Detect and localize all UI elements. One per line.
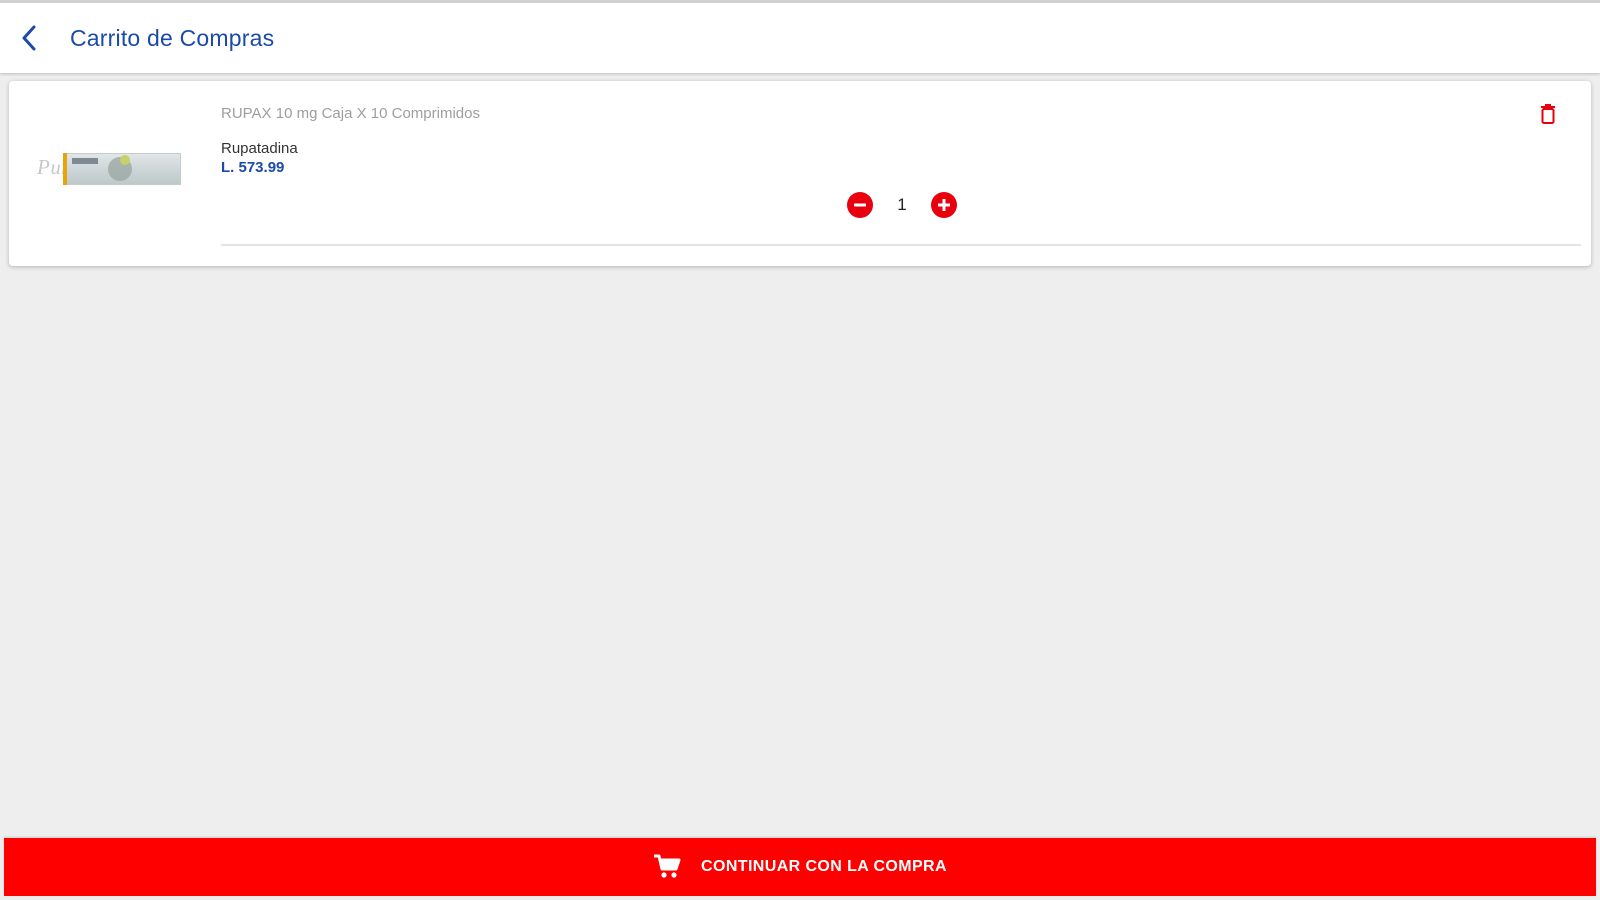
cart-item-card: Punto Farma RUPAX 10 mg Caja X 10 Compri… [9, 81, 1591, 266]
continue-label: CONTINUAR CON LA COMPRA [701, 858, 947, 875]
increment-button[interactable] [931, 192, 957, 218]
product-image: Punto Farma [27, 141, 202, 197]
product-generic-name: Rupatadina [221, 140, 298, 157]
quantity-value: 1 [897, 195, 907, 214]
decrement-button[interactable] [847, 192, 873, 218]
cart-icon [654, 854, 681, 878]
app-bar: Carrito de Compras [0, 0, 1600, 73]
quantity-stepper: 1 [847, 191, 957, 219]
product-price: L. 573.99 [221, 159, 285, 176]
minus-circle-icon [854, 203, 866, 207]
item-divider [221, 244, 1581, 246]
trash-icon [1541, 104, 1555, 124]
chevron-left-icon [22, 25, 36, 51]
delete-item-button[interactable] [1537, 101, 1559, 127]
product-name: RUPAX 10 mg Caja X 10 Comprimidos [221, 105, 480, 122]
continue-purchase-button[interactable]: CONTINUAR CON LA COMPRA [4, 838, 1596, 896]
plus-circle-icon [938, 199, 950, 211]
page-title: Carrito de Compras [70, 25, 275, 51]
product-box-graphic [63, 153, 181, 185]
back-button[interactable] [14, 23, 44, 53]
app-screen: Carrito de Compras Punto Farma RUPAX 10 … [0, 0, 1600, 900]
